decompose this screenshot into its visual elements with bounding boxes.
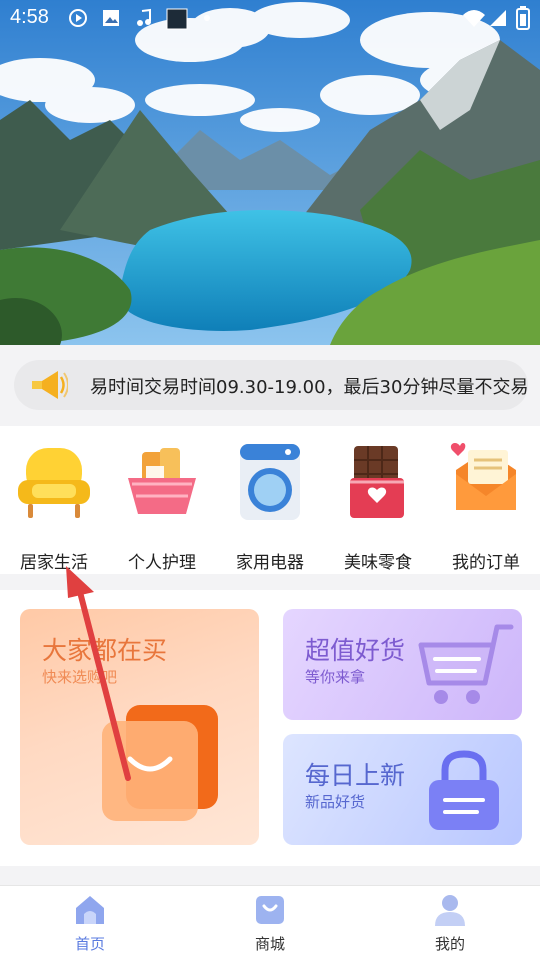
- promo-card-new[interactable]: 每日上新 新品好货: [283, 734, 522, 845]
- shopping-bag-icon: [102, 705, 218, 821]
- basket-icon: [128, 448, 196, 514]
- category-label: 居家生活: [20, 553, 88, 573]
- envelope-heart-icon: [450, 443, 516, 510]
- announcement-bar[interactable]: 易时间交易时间09.30-19.00，最后30分钟尽量不交易: [14, 360, 528, 410]
- handbag-icon: [429, 750, 499, 830]
- nav-shop[interactable]: 商城: [180, 886, 360, 961]
- category-label: 我的订单: [452, 553, 520, 573]
- shopping-cart-icon: [418, 624, 514, 704]
- promo-section: 大家都在买 快来选购吧 超值好货 等你来拿 每日上新 新品好货: [0, 590, 540, 866]
- user-icon: [435, 895, 465, 926]
- play-circle-icon: [69, 9, 87, 27]
- shop-bag-icon: [256, 896, 284, 924]
- signal-icon: [490, 10, 506, 26]
- wifi-icon: [463, 10, 485, 27]
- nav-label: 首页: [74, 935, 105, 953]
- promo-subtitle: 快来选购吧: [42, 668, 118, 686]
- status-bar: 4:58: [0, 0, 540, 36]
- nav-label: 商城: [254, 935, 285, 953]
- home-icon: [76, 896, 104, 924]
- category-grid: 居家生活 个人护理 家用电器 美味零食 我的订单: [0, 426, 540, 574]
- category-appliances[interactable]: 家用电器: [216, 440, 324, 573]
- category-snacks[interactable]: 美味零食: [324, 440, 432, 573]
- announcement-text: 易时间交易时间09.30-19.00，最后30分钟尽量不交易: [90, 377, 528, 398]
- dot-icon: [204, 15, 210, 21]
- battery-icon: [516, 6, 530, 30]
- washing-machine-icon: [240, 444, 300, 520]
- category-personal-care[interactable]: 个人护理: [108, 440, 216, 573]
- music-icon: [137, 8, 151, 26]
- category-label: 家用电器: [236, 553, 304, 573]
- promo-title: 大家都在买: [42, 637, 168, 665]
- promo-title: 每日上新: [305, 762, 406, 790]
- bottom-navigation: 首页 商城 我的: [0, 885, 540, 961]
- category-home-living[interactable]: 居家生活: [0, 440, 108, 573]
- promo-title: 超值好货: [305, 637, 406, 665]
- promo-card-value[interactable]: 超值好货 等你来拿: [283, 609, 522, 720]
- status-time: 4:58: [10, 6, 49, 28]
- category-label: 个人护理: [128, 553, 196, 573]
- armchair-icon: [18, 448, 90, 518]
- hero-banner[interactable]: [0, 0, 540, 345]
- category-label: 美味零食: [344, 553, 412, 573]
- promo-subtitle: 等你来拿: [305, 668, 366, 686]
- app-square-icon: [166, 8, 188, 30]
- nav-home[interactable]: 首页: [0, 886, 180, 961]
- chocolate-icon: [350, 446, 404, 518]
- nav-profile[interactable]: 我的: [360, 886, 540, 961]
- nav-label: 我的: [434, 935, 465, 953]
- promo-subtitle: 新品好货: [305, 793, 366, 811]
- landscape-image: [0, 0, 540, 345]
- category-my-orders[interactable]: 我的订单: [432, 440, 540, 573]
- promo-card-popular[interactable]: 大家都在买 快来选购吧: [20, 609, 259, 845]
- megaphone-icon: [32, 371, 68, 399]
- image-icon: [103, 10, 119, 26]
